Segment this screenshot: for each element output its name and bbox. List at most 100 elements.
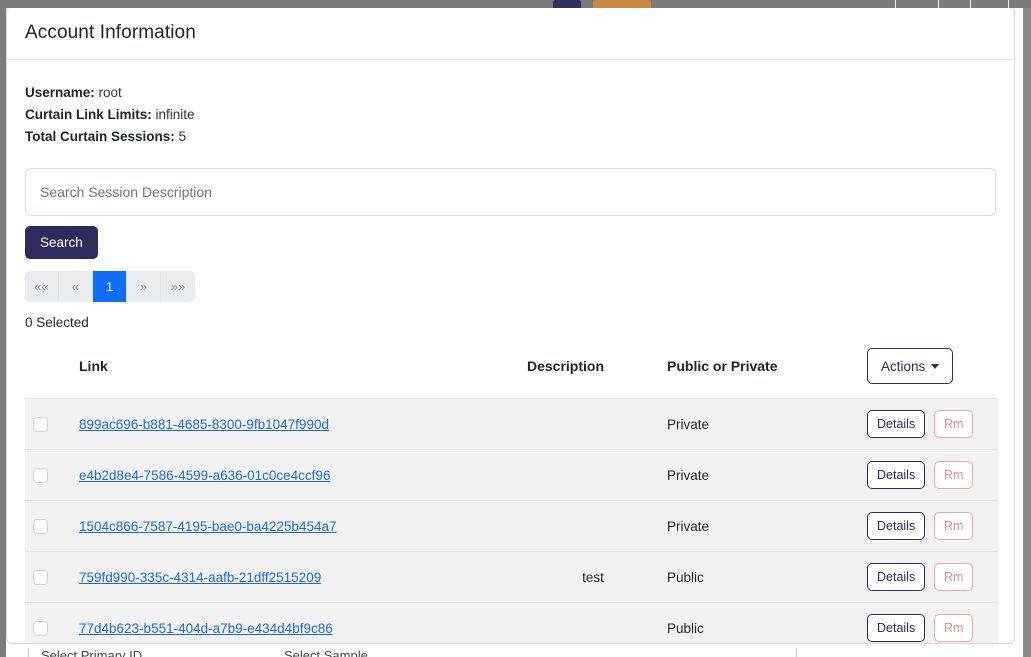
curtain-link-limits-value: infinite [155, 107, 195, 122]
total-curtain-sessions-value: 5 [178, 129, 187, 144]
row-visibility: Private [667, 416, 710, 432]
row-actions-cell: Details Rm [863, 552, 998, 603]
curtain-link-limits-label: Curtain Link Limits: [25, 107, 152, 122]
window-top-chrome [0, 0, 1031, 8]
card-body: Username: root Curtain Link Limits: infi… [7, 60, 1014, 644]
window-right-inner [1015, 0, 1023, 657]
remove-button[interactable]: Rm [933, 614, 974, 642]
remove-button[interactable]: Rm [933, 563, 974, 591]
chrome-fragment-orange [593, 0, 651, 8]
row-link-cell: 1504c866-7587-4195-bae0-ba4225b454a7 [75, 501, 523, 552]
background-divider [796, 648, 797, 657]
details-button[interactable]: Details [867, 614, 926, 642]
pagination[interactable]: «« « 1 » »» [25, 271, 195, 302]
row-select-cell [25, 603, 75, 644]
row-description [523, 501, 663, 552]
row-description: test [582, 569, 604, 585]
session-link[interactable]: 759fd990-335c-4314-aafb-21dff2515209 [79, 570, 321, 585]
session-link[interactable]: e4b2d8e4-7586-4599-a636-01c0ce4ccf96 [79, 468, 330, 483]
details-button[interactable]: Details [867, 461, 926, 489]
remove-button[interactable]: Rm [933, 461, 974, 489]
row-checkbox[interactable] [33, 620, 48, 636]
row-visibility: Public [667, 569, 704, 585]
pagination-last[interactable]: »» [161, 271, 195, 302]
row-description [523, 399, 663, 450]
search-area: Search [25, 168, 996, 259]
chevron-down-icon [931, 363, 940, 369]
table-row: 1504c866-7587-4195-bae0-ba4225b454a7 Pri… [25, 500, 998, 552]
row-link-cell: e4b2d8e4-7586-4599-a636-01c0ce4ccf96 [75, 450, 523, 501]
row-link-cell: 77d4b623-b551-404d-a7b9-e434d4bf9c86 [75, 603, 523, 644]
row-actions-cell: Details Rm [863, 603, 998, 644]
th-actions: Actions [863, 340, 998, 399]
actions-dropdown-button[interactable]: Actions [867, 348, 954, 384]
remove-button[interactable]: Rm [933, 410, 974, 438]
session-link[interactable]: 77d4b623-b551-404d-a7b9-e434d4bf9c86 [79, 621, 333, 636]
search-input[interactable] [25, 168, 996, 216]
background-right-label: Select Sample [284, 648, 368, 657]
account-information-card: Account Information Username: root Curta… [6, 6, 1015, 644]
page-title: Account Information [25, 22, 196, 43]
table-row: 899ac696-b881-4685-8300-9fb1047f990d Pri… [25, 398, 998, 450]
pagination-first[interactable]: «« [25, 271, 59, 302]
window-right-chrome [1015, 0, 1031, 657]
sessions-table-body: 899ac696-b881-4685-8300-9fb1047f990d Pri… [25, 398, 998, 644]
chrome-fragment-navy [553, 0, 581, 8]
row-checkbox[interactable] [33, 518, 48, 534]
username-line: Username: root [25, 82, 996, 104]
table-row: 77d4b623-b551-404d-a7b9-e434d4bf9c86 Pub… [25, 602, 998, 644]
pagination-prev[interactable]: « [59, 271, 93, 302]
row-visibility: Public [667, 620, 704, 636]
remove-button[interactable]: Rm [933, 512, 974, 540]
row-checkbox[interactable] [33, 569, 48, 585]
total-curtain-sessions-label: Total Curtain Sessions: [25, 129, 175, 144]
th-description: Description [523, 340, 663, 399]
selected-count: 0 Selected [25, 315, 89, 330]
th-visibility: Public or Private [663, 340, 863, 399]
row-select-cell [25, 501, 75, 552]
row-description [523, 450, 663, 501]
session-link[interactable]: 1504c866-7587-4195-bae0-ba4225b454a7 [79, 519, 336, 534]
row-select-cell [25, 450, 75, 501]
row-visibility: Private [667, 467, 710, 483]
pagination-page-1[interactable]: 1 [93, 271, 127, 302]
row-link-cell: 899ac696-b881-4685-8300-9fb1047f990d [75, 399, 523, 450]
card-header: Account Information [7, 7, 1014, 60]
sessions-table: Link Description Public or Private Actio… [25, 340, 998, 644]
details-button[interactable]: Details [867, 512, 926, 540]
chrome-tick [938, 0, 939, 8]
background-row: Select Primary ID Select Sample [6, 648, 1015, 657]
actions-dropdown-label: Actions [881, 358, 926, 374]
username-label: Username: [25, 85, 95, 100]
row-select-cell [25, 399, 75, 450]
window-left-chrome [0, 0, 6, 657]
curtain-link-limits-line: Curtain Link Limits: infinite [25, 104, 996, 126]
chrome-tick [970, 0, 971, 8]
background-left-label: Select Primary ID [41, 648, 143, 657]
row-visibility: Private [667, 518, 710, 534]
row-actions-cell: Details Rm [863, 450, 998, 501]
obscured-background-row: Select Primary ID Select Sample [6, 648, 1015, 657]
session-link[interactable]: 899ac696-b881-4685-8300-9fb1047f990d [79, 417, 329, 432]
pagination-next[interactable]: » [127, 271, 161, 302]
details-button[interactable]: Details [867, 410, 926, 438]
row-actions-cell: Details Rm [863, 501, 998, 552]
details-button[interactable]: Details [867, 563, 926, 591]
chrome-tick [895, 0, 896, 8]
app-viewport: Account Information Username: root Curta… [0, 0, 1031, 657]
table-header-row: Link Description Public or Private Actio… [25, 340, 998, 399]
background-divider [28, 648, 29, 657]
row-checkbox[interactable] [33, 416, 48, 432]
chrome-tick [1008, 0, 1009, 8]
sessions-table-head: Link Description Public or Private Actio… [25, 340, 998, 399]
row-select-cell [25, 552, 75, 603]
row-description [523, 603, 663, 644]
row-checkbox[interactable] [33, 467, 48, 483]
total-curtain-sessions-line: Total Curtain Sessions: 5 [25, 126, 996, 148]
username-value: root [98, 85, 122, 100]
th-select [25, 340, 75, 399]
table-row: 759fd990-335c-4314-aafb-21dff2515209 tes… [25, 551, 998, 603]
search-button[interactable]: Search [25, 226, 98, 259]
table-row: e4b2d8e4-7586-4599-a636-01c0ce4ccf96 Pri… [25, 449, 998, 501]
th-link: Link [75, 340, 523, 399]
